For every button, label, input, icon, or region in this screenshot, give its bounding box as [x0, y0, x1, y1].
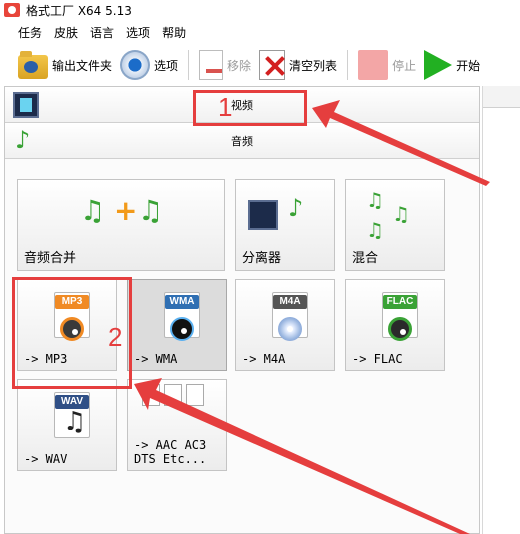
remove-doc-icon: [199, 50, 224, 80]
tile-wav[interactable]: WAV ♫ -> WAV: [17, 379, 117, 471]
file-icon: [142, 384, 160, 406]
tile-audio-merge[interactable]: ♫ + ♫ 音频合并: [17, 179, 225, 271]
tile-flac[interactable]: FLAC -> FLAC: [345, 279, 445, 371]
options-gear-icon: [120, 50, 151, 80]
wav-file-icon: WAV ♫: [54, 392, 90, 438]
mix-icon: ♫ ♫ ♫: [366, 188, 410, 242]
multi-format-art: [142, 384, 212, 414]
menu-language[interactable]: 语言: [84, 24, 120, 41]
task-list-panel: [482, 86, 520, 534]
flac-file-icon: FLAC: [382, 292, 418, 341]
wav-file-art: WAV ♫: [46, 388, 96, 444]
stop-icon: [358, 50, 389, 80]
toolbar-separator: [347, 50, 349, 80]
toolbar-separator: [188, 50, 190, 80]
clear-x-icon: [259, 50, 286, 80]
flac-file-art: FLAC: [374, 288, 424, 344]
media-disc-icon: [170, 317, 194, 341]
annotation-number-2: 2: [108, 322, 123, 352]
film-icon: [13, 92, 39, 118]
flac-badge: FLAC: [383, 295, 417, 309]
tile-wma-label: -> WMA: [134, 352, 178, 366]
tile-aac-ac3-dts[interactable]: -> AAC AC3 DTS Etc...: [127, 379, 227, 471]
tile-m4a-label: -> M4A: [242, 352, 286, 366]
menu-skin[interactable]: 皮肤: [48, 24, 84, 41]
stop-button[interactable]: 停止: [354, 48, 420, 82]
start-button[interactable]: 开始: [420, 48, 484, 82]
tile-wma[interactable]: WMA -> WMA: [127, 279, 227, 371]
start-play-icon: [424, 50, 453, 80]
headphones-icon: [388, 317, 412, 341]
music-note-icon: ♫: [63, 407, 87, 437]
category-audio-label: 音频: [231, 134, 253, 148]
options-button[interactable]: 选项: [116, 48, 182, 82]
tile-mix-label: 混合: [352, 251, 379, 266]
tile-splitter[interactable]: ♪ 分离器: [235, 179, 335, 271]
app-logo-icon: [4, 3, 20, 17]
output-folder-button[interactable]: 输出文件夹: [14, 48, 116, 82]
m4a-file-art: M4A: [264, 288, 314, 344]
stop-label: 停止: [392, 58, 417, 73]
splitter-icon: ♪: [246, 188, 326, 244]
music-note-icon: [13, 126, 39, 154]
audio-merge-icon: ♫ + ♫: [80, 194, 164, 227]
wma-file-art: WMA: [156, 288, 206, 344]
folder-icon: [18, 51, 48, 79]
annotation-number-1: 1: [218, 92, 233, 122]
m4a-file-icon: M4A: [272, 292, 308, 341]
m4a-badge: M4A: [273, 295, 307, 309]
menu-bar: 任务 皮肤 语言 选项 帮助: [0, 22, 520, 42]
menu-options[interactable]: 选项: [120, 24, 156, 41]
menu-help[interactable]: 帮助: [156, 24, 192, 41]
menu-task[interactable]: 任务: [12, 24, 48, 41]
file-icon: [164, 384, 182, 406]
tile-mix[interactable]: ♫ ♫ ♫ 混合: [345, 179, 445, 271]
annotation-box-1: [193, 90, 307, 126]
remove-label: 移除: [227, 58, 252, 73]
remove-button[interactable]: 移除: [195, 48, 255, 82]
file-icon: [186, 384, 204, 406]
tile-splitter-label: 分离器: [242, 251, 282, 266]
task-list-header: [483, 86, 520, 108]
cd-disc-icon: [278, 317, 302, 341]
tile-m4a[interactable]: M4A -> M4A: [235, 279, 335, 371]
tile-aac-ac3-dts-label: -> AAC AC3 DTS Etc...: [134, 438, 207, 466]
start-label: 开始: [456, 58, 481, 73]
toolbar: 输出文件夹 选项 移除 清空列表 停止 开始: [0, 46, 520, 84]
tile-wav-label: -> WAV: [24, 452, 68, 466]
window-title: 格式工厂 X64 5.13: [26, 3, 132, 18]
tile-flac-label: -> FLAC: [352, 352, 403, 366]
title-bar: 格式工厂 X64 5.13: [0, 0, 520, 20]
output-folder-label: 输出文件夹: [52, 58, 113, 73]
wma-badge: WMA: [165, 295, 199, 309]
category-audio[interactable]: 音频: [5, 123, 479, 159]
clear-list-label: 清空列表: [289, 58, 338, 73]
tile-audio-merge-label: 音频合并: [24, 251, 77, 266]
wma-file-icon: WMA: [164, 292, 200, 341]
options-label: 选项: [154, 58, 179, 73]
clear-list-button[interactable]: 清空列表: [255, 48, 341, 82]
